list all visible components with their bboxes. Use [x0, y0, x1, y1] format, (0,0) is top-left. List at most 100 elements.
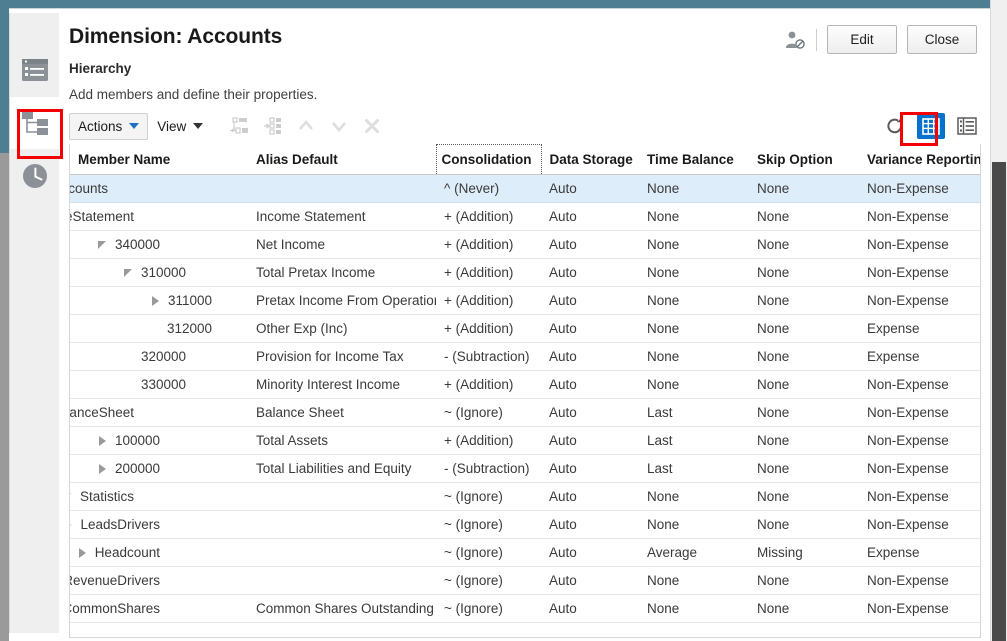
cell-time-balance[interactable]: None	[639, 510, 749, 539]
column-header-consolidation[interactable]: Consolidation	[435, 144, 542, 175]
close-button[interactable]: Close	[907, 25, 977, 54]
cell-time-balance[interactable]: Last	[639, 398, 749, 427]
cell-variance-reporting[interactable]: Non-Expense	[859, 398, 980, 427]
cell-variance-reporting[interactable]: Non-Expense	[859, 566, 980, 595]
table-row[interactable]: Accounts^ (Never)AutoNoneNoneNon-Expense	[70, 174, 980, 203]
cell-member-name[interactable]: 340000	[70, 230, 248, 259]
move-up-icon[interactable]	[294, 114, 318, 138]
cell-skip-option[interactable]: None	[749, 482, 859, 511]
sidebar-item-hierarchy[interactable]	[10, 97, 59, 149]
cell-skip-option[interactable]: None	[749, 398, 859, 427]
cell-skip-option[interactable]: None	[749, 202, 859, 231]
cell-member-name[interactable]: 310000	[70, 258, 248, 287]
cell-consolidation[interactable]: + (Addition)	[436, 286, 541, 315]
expand-collapse-icon-collapsed[interactable]	[96, 434, 110, 448]
cell-time-balance[interactable]: None	[639, 286, 749, 315]
table-row[interactable]: 310000 Total Pretax Income + (Addition) Aut…	[70, 258, 980, 287]
cell-alias-default[interactable]: Provision for Income Tax	[248, 342, 436, 371]
cell-skip-option[interactable]: None	[749, 258, 859, 287]
browser-scrollbar-right[interactable]	[990, 0, 1007, 641]
cell-consolidation[interactable]: + (Addition)	[436, 202, 541, 231]
cell-consolidation[interactable]: + (Addition)	[436, 230, 541, 259]
cell-consolidation[interactable]: ~ (Ignore)	[436, 510, 541, 539]
table-row[interactable]: Headcount ~ (Ignore) Auto Average Missing Exp…	[70, 538, 980, 567]
cell-member-name[interactable]: 320000	[70, 342, 248, 371]
add-sibling-icon[interactable]	[228, 114, 252, 138]
cell-data-storage[interactable]: Auto	[541, 426, 639, 455]
cell-alias-default[interactable]: Pretax Income From Operations	[248, 286, 436, 315]
cell-data-storage[interactable]: Auto	[541, 594, 639, 623]
cell-member-name[interactable]: Accounts	[70, 174, 248, 203]
column-header-data-storage[interactable]: Data Storage	[541, 144, 639, 175]
cell-data-storage[interactable]: Auto	[541, 202, 639, 231]
cell-member-name[interactable]: BalanceSheet	[70, 398, 248, 427]
expand-collapse-icon-expanded[interactable]	[96, 238, 110, 252]
cell-skip-option[interactable]: None	[749, 342, 859, 371]
table-row[interactable]: BalanceSheet Balance Sheet~ (Ignore)AutoL…	[70, 398, 980, 427]
sidebar-item-history[interactable]	[10, 150, 59, 202]
cell-data-storage[interactable]: Auto	[541, 286, 639, 315]
cell-variance-reporting[interactable]: Non-Expense	[859, 482, 980, 511]
cell-alias-default[interactable]: Total Assets	[248, 426, 436, 455]
cell-consolidation[interactable]: ~ (Ignore)	[436, 482, 541, 511]
cell-variance-reporting[interactable]: Non-Expense	[859, 454, 980, 483]
table-row[interactable]: 330000 Minority Interest Income + (Additio…	[70, 370, 980, 399]
cell-consolidation[interactable]: ~ (Ignore)	[436, 566, 541, 595]
cell-member-name[interactable]: 330000	[70, 370, 248, 399]
cell-variance-reporting[interactable]: Non-Expense	[859, 426, 980, 455]
cell-consolidation[interactable]: ~ (Ignore)	[436, 594, 541, 623]
cell-time-balance[interactable]: None	[639, 566, 749, 595]
cell-consolidation[interactable]: - (Subtraction)	[436, 454, 541, 483]
browser-scrollbar-right-thumb[interactable]	[992, 162, 1006, 641]
expand-collapse-icon-collapsed[interactable]	[70, 518, 75, 532]
cell-data-storage[interactable]: Auto	[541, 566, 639, 595]
cell-consolidation[interactable]: ^ (Never)	[436, 174, 541, 203]
actions-menu-button[interactable]: Actions	[69, 112, 149, 140]
table-row[interactable]: RevenueDrivers ~ (Ignore) Auto None None Non-…	[70, 566, 980, 595]
sidebar-item-properties[interactable]	[10, 44, 59, 96]
cell-member-name[interactable]: 200000	[70, 454, 248, 483]
cell-skip-option[interactable]: None	[749, 230, 859, 259]
cell-member-name[interactable]: 100000	[70, 426, 248, 455]
cell-consolidation[interactable]: + (Addition)	[436, 314, 541, 343]
cell-alias-default[interactable]: Total Liabilities and Equity	[248, 454, 436, 483]
expand-collapse-icon-expanded[interactable]	[122, 266, 136, 280]
cell-alias-default[interactable]: Other Exp (Inc)	[248, 314, 436, 343]
expand-collapse-icon-collapsed[interactable]	[149, 294, 163, 308]
expand-collapse-icon-expanded[interactable]	[70, 490, 75, 504]
cell-variance-reporting[interactable]: Non-Expense	[859, 594, 980, 623]
cell-time-balance[interactable]: None	[639, 370, 749, 399]
cell-time-balance[interactable]: None	[639, 202, 749, 231]
cell-data-storage[interactable]: Auto	[541, 230, 639, 259]
table-row[interactable]: 311000 Pretax Income From Operations + (Ad…	[70, 286, 980, 315]
column-header-skip-option[interactable]: Skip Option	[749, 144, 859, 175]
cell-variance-reporting[interactable]: Non-Expense	[859, 370, 980, 399]
grid-view-icon[interactable]	[917, 113, 945, 139]
column-header-time-balance[interactable]: Time Balance	[639, 144, 749, 175]
cell-data-storage[interactable]: Auto	[541, 370, 639, 399]
cell-data-storage[interactable]: Auto	[541, 398, 639, 427]
cell-skip-option[interactable]: None	[749, 314, 859, 343]
cell-member-name[interactable]: Headcount	[70, 538, 248, 567]
cell-skip-option[interactable]: None	[749, 454, 859, 483]
cell-member-name[interactable]: RevenueDrivers	[70, 566, 248, 595]
table-row[interactable]: 200000 Total Liabilities and Equity - (Sub…	[70, 454, 980, 483]
cell-consolidation[interactable]: + (Addition)	[436, 426, 541, 455]
cell-data-storage[interactable]: Auto	[541, 258, 639, 287]
cell-variance-reporting[interactable]: Expense	[859, 538, 980, 567]
cell-data-storage[interactable]: Auto	[541, 342, 639, 371]
cell-time-balance[interactable]: Last	[639, 426, 749, 455]
cell-variance-reporting[interactable]: Non-Expense	[859, 510, 980, 539]
cell-alias-default[interactable]: Net Income	[248, 230, 436, 259]
cell-consolidation[interactable]: ~ (Ignore)	[436, 398, 541, 427]
cell-alias-default[interactable]	[248, 566, 436, 595]
table-row[interactable]: 340000 Net Income + (Addition) Auto None None…	[70, 230, 980, 259]
cell-time-balance[interactable]: None	[639, 174, 749, 203]
cell-variance-reporting[interactable]: Non-Expense	[859, 230, 980, 259]
cell-alias-default[interactable]	[248, 482, 436, 511]
cell-data-storage[interactable]: Auto	[541, 482, 639, 511]
cell-variance-reporting[interactable]: Non-Expense	[859, 286, 980, 315]
cell-skip-option[interactable]: None	[749, 174, 859, 203]
view-menu-button[interactable]: View	[148, 113, 212, 140]
cell-member-name[interactable]: 312000	[70, 314, 248, 343]
